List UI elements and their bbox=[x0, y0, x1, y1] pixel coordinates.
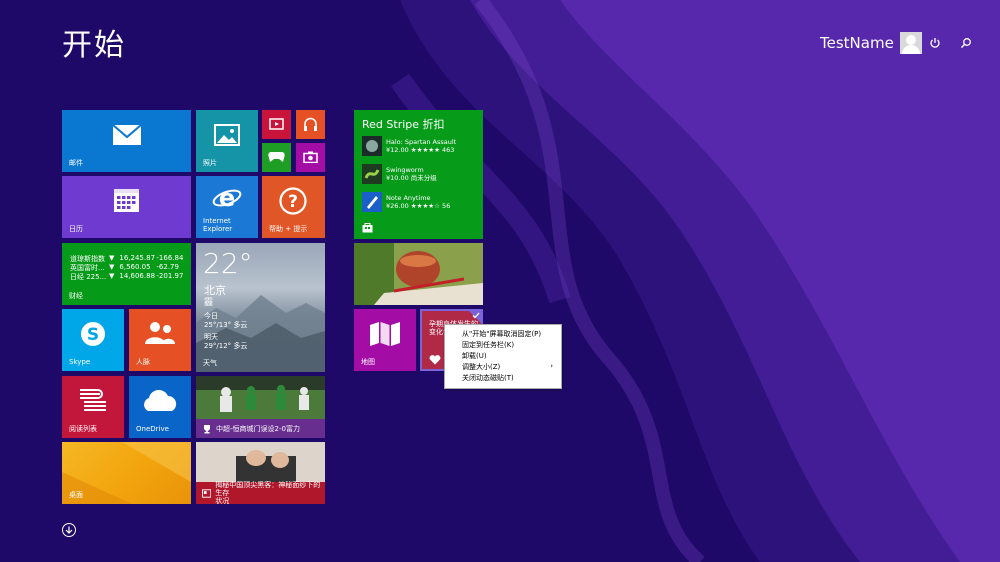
sports-image bbox=[196, 376, 325, 419]
tile-music[interactable] bbox=[296, 110, 325, 139]
weather-today: 25°/13° 多云 bbox=[204, 321, 248, 329]
tile-video[interactable] bbox=[262, 110, 291, 139]
food-photo bbox=[354, 243, 483, 305]
news-headline: 揭秘中国顶尖黑客：神秘面纱下的生存 状况 bbox=[215, 481, 321, 504]
tile-label: 日历 bbox=[69, 225, 83, 233]
tile-reading-list[interactable]: 阅读列表 bbox=[62, 376, 124, 438]
calendar-icon bbox=[114, 189, 139, 212]
tile-help-tips[interactable]: ? 帮助 + 提示 bbox=[262, 176, 325, 238]
tile-mail[interactable]: 邮件 bbox=[62, 110, 191, 172]
skype-icon: S bbox=[81, 322, 105, 346]
tile-context-menu: 从"开始"屏幕取消固定(P) 固定到任务栏(K) 卸载(U) 调整大小(Z) ›… bbox=[444, 324, 562, 389]
tile-label: Internet Explorer bbox=[203, 217, 233, 233]
svg-text:S: S bbox=[87, 325, 99, 345]
tile-store[interactable]: Red Stripe 折扣 Halo: Spartan Assault ¥12.0… bbox=[354, 110, 483, 239]
menu-unpin-from-start[interactable]: 从"开始"屏幕取消固定(P) bbox=[445, 329, 561, 340]
note-anytime-thumbnail bbox=[362, 192, 382, 212]
menu-resize[interactable]: 调整大小(Z) › bbox=[445, 362, 561, 373]
tile-sports[interactable]: 中超-恒商城门误设2-0富力 bbox=[196, 376, 325, 438]
store-title: Red Stripe 折扣 bbox=[362, 118, 445, 131]
camera-icon bbox=[303, 151, 318, 163]
sports-headline: 中超-恒商城门误设2-0富力 bbox=[216, 424, 300, 433]
sports-headline-band: 中超-恒商城门误设2-0富力 bbox=[196, 419, 325, 438]
tile-calendar[interactable]: 日历 bbox=[62, 176, 191, 238]
tile-camera[interactable] bbox=[296, 143, 325, 172]
tile-photos[interactable]: 照片 bbox=[196, 110, 258, 172]
keyboard-image bbox=[196, 442, 325, 482]
menu-uninstall[interactable]: 卸载(U) bbox=[445, 351, 561, 362]
tile-internet-explorer[interactable]: e Internet Explorer bbox=[196, 176, 258, 238]
map-icon bbox=[370, 322, 400, 346]
photo-icon bbox=[214, 124, 240, 146]
store-item: Note Anytime ¥26.00 ★★★★☆ 56 bbox=[362, 192, 450, 212]
menu-pin-to-taskbar[interactable]: 固定到任务栏(K) bbox=[445, 340, 561, 351]
heart-icon bbox=[429, 355, 441, 365]
tile-label: 阅读列表 bbox=[69, 425, 97, 433]
submenu-arrow-icon: › bbox=[550, 362, 553, 370]
news-headline-band: 揭秘中国顶尖黑客：神秘面纱下的生存 状况 bbox=[196, 481, 325, 504]
tile-weather[interactable]: 22° 北京 霾 今日 25°/13° 多云 明天 29°/12° 多云 天气 bbox=[196, 243, 325, 372]
cloud-icon bbox=[144, 390, 177, 411]
news-icon bbox=[202, 488, 212, 498]
user-account[interactable]: TestName bbox=[820, 32, 922, 54]
tile-label: OneDrive bbox=[136, 425, 169, 433]
halo-thumbnail bbox=[362, 136, 382, 156]
power-icon[interactable] bbox=[925, 33, 945, 53]
tile-label: 财经 bbox=[69, 292, 83, 300]
arrow-down-icon bbox=[65, 526, 73, 534]
tile-people[interactable]: 人脉 bbox=[129, 309, 191, 371]
video-icon bbox=[269, 118, 284, 130]
tile-label: 地图 bbox=[361, 358, 375, 366]
tile-desktop[interactable]: 桌面 bbox=[62, 442, 191, 504]
finance-row: 日经 225... ▼ 14,606.88 -201.97 bbox=[70, 272, 184, 281]
tile-news[interactable]: 揭秘中国顶尖黑客：神秘面纱下的生存 状况 bbox=[196, 442, 325, 504]
tile-food-drink[interactable] bbox=[354, 243, 483, 305]
reading-list-icon bbox=[80, 389, 106, 411]
weather-temperature: 22° bbox=[203, 247, 253, 280]
tile-finance[interactable]: 道琼斯指数 ▼ 16,245.87 -166.84 英国富时... ▼ 6,56… bbox=[62, 243, 191, 305]
tile-label: 人脉 bbox=[136, 358, 150, 366]
tile-label: 天气 bbox=[203, 359, 217, 367]
tile-label: Skype bbox=[69, 358, 91, 366]
people-icon bbox=[145, 322, 175, 344]
store-item: Swingworm ¥10.00 尚未分级 bbox=[362, 164, 437, 184]
tile-onedrive[interactable]: OneDrive bbox=[129, 376, 191, 438]
mail-icon bbox=[112, 124, 142, 145]
store-bag-icon bbox=[362, 223, 373, 233]
store-item: Halo: Spartan Assault ¥12.00 ★★★★★ 463 bbox=[362, 136, 456, 156]
page-title: 开始 bbox=[62, 28, 126, 63]
weather-condition: 霾 bbox=[204, 298, 214, 308]
tile-label: 桌面 bbox=[69, 491, 83, 499]
checkmark-icon bbox=[472, 312, 480, 319]
tile-maps[interactable]: 地图 bbox=[354, 309, 416, 371]
avatar[interactable] bbox=[899, 32, 922, 54]
tile-skype[interactable]: S Skype bbox=[62, 309, 124, 371]
help-icon: ? bbox=[279, 187, 307, 215]
swingworm-thumbnail bbox=[362, 164, 382, 184]
menu-turn-off-live-tile[interactable]: 关闭动态磁贴(T) bbox=[445, 373, 561, 384]
svg-text:e: e bbox=[219, 184, 235, 212]
weather-tomorrow: 29°/12° 多云 bbox=[204, 342, 248, 350]
menu-resize-label: 调整大小(Z) bbox=[462, 363, 501, 371]
all-apps-button[interactable] bbox=[62, 523, 76, 537]
tile-label: 照片 bbox=[203, 159, 217, 167]
internet-explorer-icon: e bbox=[212, 184, 242, 212]
user-name: TestName bbox=[820, 34, 894, 52]
trophy-icon bbox=[204, 424, 210, 433]
tile-label: 帮助 + 提示 bbox=[269, 225, 308, 233]
svg-text:?: ? bbox=[288, 192, 298, 212]
gamepad-icon bbox=[268, 152, 285, 162]
headphones-icon bbox=[304, 117, 317, 131]
search-icon[interactable] bbox=[956, 33, 976, 53]
tile-label: 邮件 bbox=[69, 159, 83, 167]
tile-games[interactable] bbox=[262, 143, 291, 172]
